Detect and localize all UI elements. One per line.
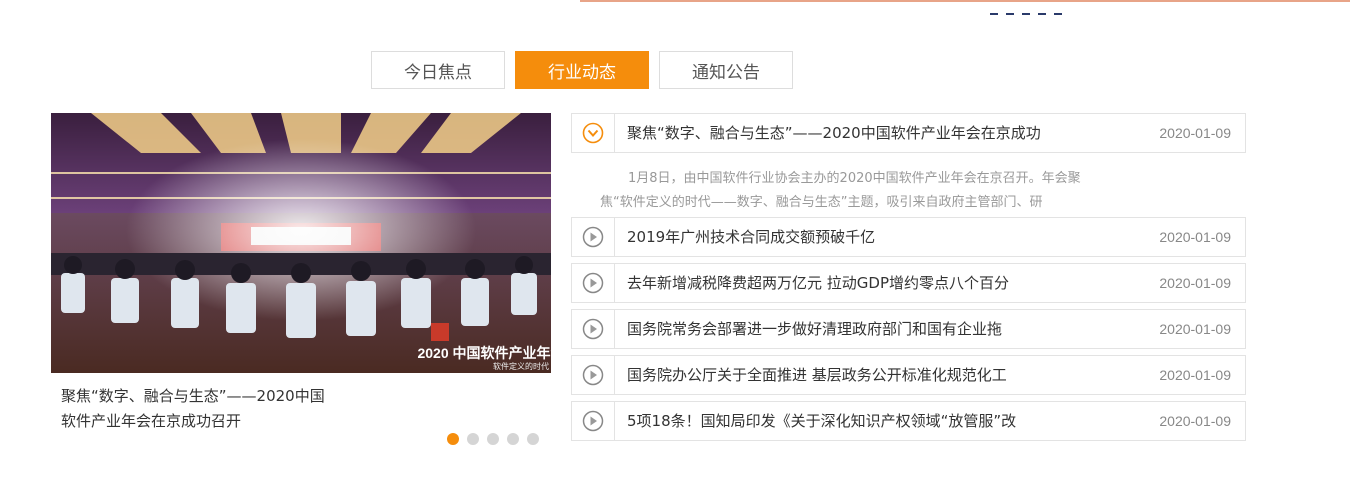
news-item[interactable]: 国务院办公厅关于全面推进 基层政务公开标准化规范化工 2020-01-09 bbox=[571, 355, 1246, 395]
news-date: 2020-01-09 bbox=[1159, 413, 1231, 429]
carousel-dot-3[interactable] bbox=[487, 433, 499, 445]
feature-caption-line2: 软件产业年会在京成功召开 bbox=[61, 412, 242, 430]
feature-image[interactable]: 2020 中国软件产业年会 软件定义的时代 bbox=[51, 113, 551, 373]
carousel-dot-1[interactable] bbox=[447, 433, 459, 445]
feature-caption-line1: 聚焦“数字、融合与生态”——2020中国 bbox=[61, 387, 325, 405]
feature-caption[interactable]: 聚焦“数字、融合与生态”——2020中国 软件产业年会在京成功召开 bbox=[61, 384, 391, 434]
tab-today-focus[interactable]: 今日焦点 bbox=[371, 51, 505, 89]
chevron-right-circle-icon bbox=[572, 356, 615, 394]
chevron-right-circle-icon bbox=[572, 402, 615, 440]
news-summary-line1: 1月8日，由中国软件行业协会主办的2020中国软件产业年会在京召开。年会聚 bbox=[628, 171, 1081, 186]
news-title: 5项18条！国知局印发《关于深化知识产权领域“放管服”改 bbox=[627, 412, 1017, 430]
news-item[interactable]: 去年新增减税降费超两万亿元 拉动GDP增约零点八个百分 2020-01-09 bbox=[571, 263, 1246, 303]
conference-logo bbox=[431, 323, 449, 341]
image-overlay-subtitle: 软件定义的时代 bbox=[493, 361, 549, 371]
news-item[interactable]: 2019年广州技术合同成交额预破千亿 2020-01-09 bbox=[571, 217, 1246, 257]
news-tabs: 今日焦点 行业动态 通知公告 bbox=[371, 51, 793, 89]
chevron-right-circle-icon bbox=[572, 218, 615, 256]
news-summary-line2: 焦“软件定义的时代——数字、融合与生态”主题，吸引来自政府主管部门、研 bbox=[600, 195, 1043, 210]
news-item[interactable]: 国务院常务会部署进一步做好清理政府部门和国有企业拖 2020-01-09 bbox=[571, 309, 1246, 349]
news-title: 聚焦“数字、融合与生态”——2020中国软件产业年会在京成功 bbox=[627, 124, 1041, 142]
news-title: 国务院常务会部署进一步做好清理政府部门和国有企业拖 bbox=[627, 320, 1003, 338]
tab-industry-news[interactable]: 行业动态 bbox=[515, 51, 649, 89]
carousel-dots bbox=[447, 433, 547, 445]
news-date: 2020-01-09 bbox=[1159, 321, 1231, 337]
news-item[interactable]: 5项18条！国知局印发《关于深化知识产权领域“放管服”改 2020-01-09 bbox=[571, 401, 1246, 441]
carousel-dot-2[interactable] bbox=[467, 433, 479, 445]
news-date: 2020-01-09 bbox=[1159, 367, 1231, 383]
news-summary: 1月8日，由中国软件行业协会主办的2020中国软件产业年会在京召开。年会聚 焦“… bbox=[600, 167, 1115, 215]
news-date: 2020-01-09 bbox=[1159, 125, 1231, 141]
news-title: 去年新增减税降费超两万亿元 拉动GDP增约零点八个百分 bbox=[627, 274, 1009, 292]
top-accent-line bbox=[580, 0, 1350, 2]
chevron-right-circle-icon bbox=[572, 264, 615, 302]
top-decoration bbox=[990, 0, 1100, 15]
conference-hall-photo: 2020 中国软件产业年会 软件定义的时代 bbox=[51, 113, 551, 373]
news-date: 2020-01-09 bbox=[1159, 275, 1231, 291]
news-title: 国务院办公厅关于全面推进 基层政务公开标准化规范化工 bbox=[627, 366, 1007, 384]
news-date: 2020-01-09 bbox=[1159, 229, 1231, 245]
chevron-down-circle-icon bbox=[572, 114, 615, 152]
chevron-right-circle-icon bbox=[572, 310, 615, 348]
image-overlay-title: 2020 中国软件产业年会 bbox=[417, 345, 551, 361]
news-item-expanded[interactable]: 聚焦“数字、融合与生态”——2020中国软件产业年会在京成功 2020-01-0… bbox=[571, 113, 1246, 153]
tab-announcements[interactable]: 通知公告 bbox=[659, 51, 793, 89]
carousel-dot-4[interactable] bbox=[507, 433, 519, 445]
carousel-dot-5[interactable] bbox=[527, 433, 539, 445]
news-title: 2019年广州技术合同成交额预破千亿 bbox=[627, 228, 876, 246]
